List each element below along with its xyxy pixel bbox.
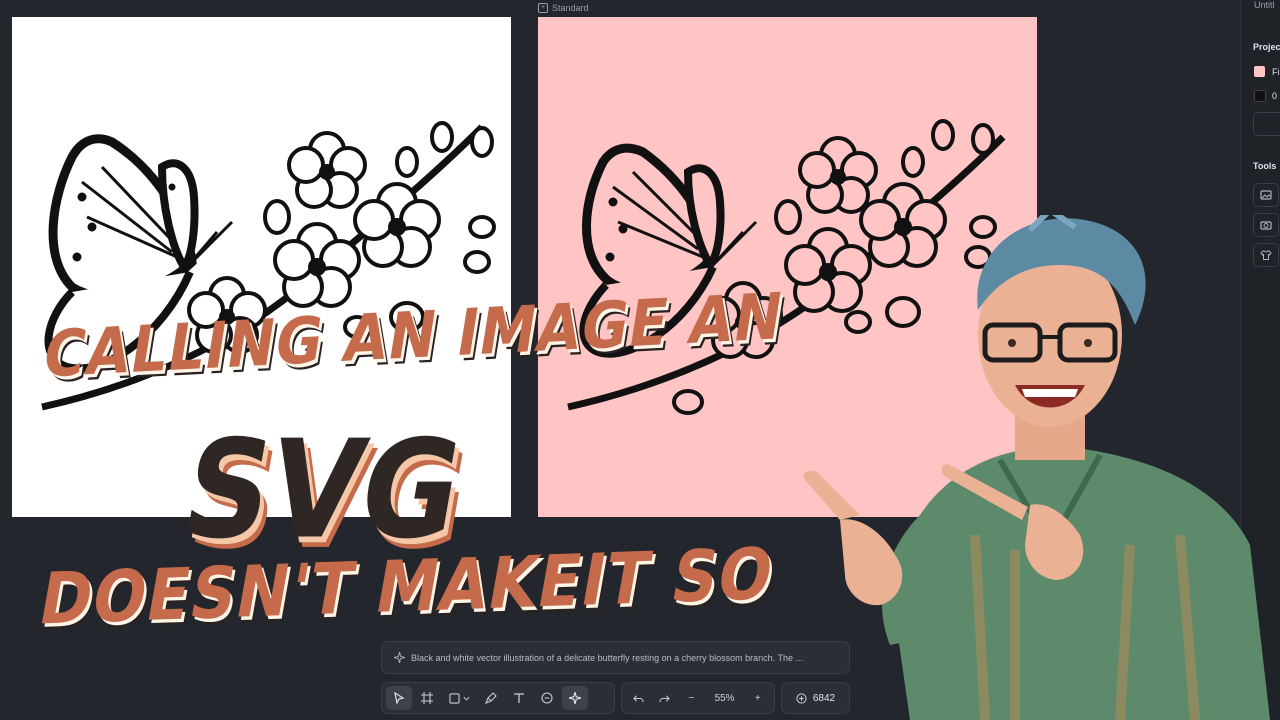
- stroke-value-label: 0: [1272, 91, 1278, 101]
- prompt-text[interactable]: Black and white vector illustration of a…: [411, 653, 803, 663]
- zoom-level[interactable]: 55%: [706, 693, 744, 704]
- prompt-bar[interactable]: Black and white vector illustration of a…: [381, 641, 850, 674]
- text-tool-button[interactable]: [506, 686, 532, 710]
- document-title[interactable]: Untitl: [1254, 0, 1275, 10]
- credits-icon: [796, 692, 807, 704]
- redo-button[interactable]: [653, 686, 678, 710]
- zoom-toolbar: − 55% +: [621, 682, 775, 714]
- credits-count: 6842: [812, 692, 836, 704]
- rectangle-icon: [448, 692, 460, 704]
- view-mode-label[interactable]: + Standard: [538, 2, 589, 14]
- view-mode-icon: +: [538, 3, 548, 13]
- rectangle-tool-button[interactable]: [442, 686, 476, 710]
- headline-line-3: DOESN'T MAKEIT SO: [33, 531, 781, 641]
- image-tool-button[interactable]: [1253, 183, 1279, 207]
- sparkle-icon: [394, 652, 405, 663]
- pen-tool-button[interactable]: [478, 686, 504, 710]
- pointer-icon: [394, 692, 405, 704]
- frame-tool-button[interactable]: [414, 686, 440, 710]
- presenter-photo: [803, 215, 1270, 720]
- pen-icon: [485, 692, 497, 704]
- comment-icon: [541, 692, 553, 704]
- fill-color-label: Fi: [1272, 67, 1280, 77]
- fill-color-swatch[interactable]: [1254, 66, 1265, 77]
- comment-tool-button[interactable]: [534, 686, 560, 710]
- image-tool-icon: [1260, 190, 1272, 200]
- undo-button[interactable]: [626, 686, 651, 710]
- panel-action-button[interactable]: [1253, 112, 1280, 136]
- stroke-color-swatch[interactable]: [1254, 90, 1266, 102]
- ai-sparkle-icon: [569, 692, 581, 704]
- project-heading: Projec: [1253, 42, 1280, 52]
- text-icon: [514, 693, 524, 703]
- zoom-out-button[interactable]: −: [679, 686, 704, 710]
- pointer-tool-button[interactable]: [386, 686, 412, 710]
- view-mode-text: Standard: [552, 3, 589, 13]
- zoom-in-button[interactable]: +: [745, 686, 770, 710]
- frame-icon: [421, 692, 433, 704]
- credits-badge[interactable]: 6842: [781, 682, 850, 714]
- undo-icon: [632, 694, 644, 702]
- tools-toolbar: [381, 682, 615, 714]
- ai-tool-button[interactable]: [562, 686, 588, 710]
- redo-icon: [659, 694, 671, 702]
- tools-heading: Tools: [1253, 161, 1277, 171]
- chevron-down-icon: [463, 696, 469, 701]
